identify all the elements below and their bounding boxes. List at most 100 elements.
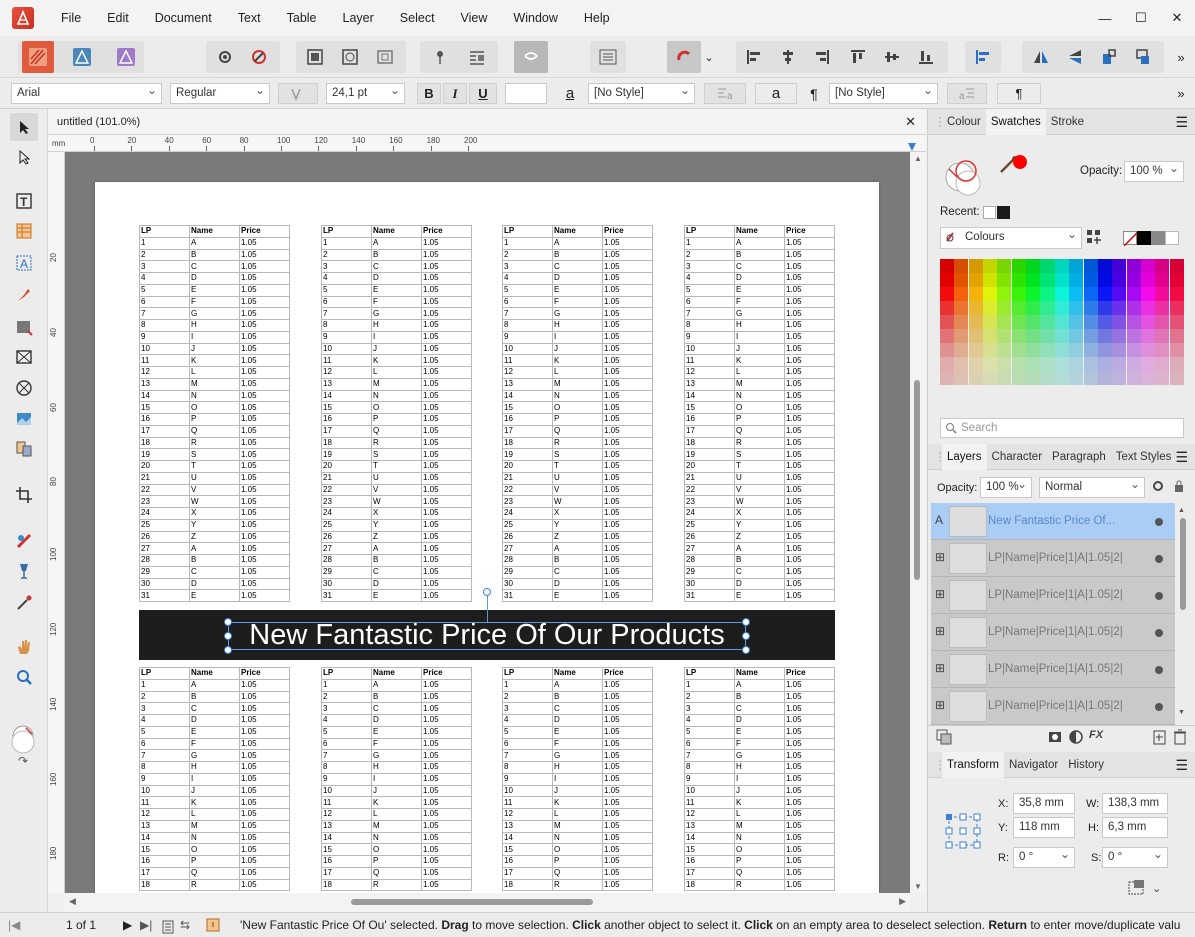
layer-opacity-field[interactable]: 100 % [980, 477, 1032, 498]
crop-tool-icon[interactable] [10, 481, 38, 509]
tab-layers[interactable]: Layers [942, 443, 987, 470]
colour-picker-tool-icon[interactable] [10, 589, 38, 617]
colour-swatch[interactable] [968, 371, 983, 385]
table-tool-icon[interactable] [10, 217, 38, 245]
document-tab[interactable]: untitled (101.0%) ✕ [48, 109, 926, 135]
colour-swatch[interactable] [1083, 357, 1098, 371]
menu-item-text[interactable]: Text [225, 0, 274, 36]
current-fill-swatch[interactable] [1013, 155, 1027, 169]
menu-item-file[interactable]: File [48, 0, 94, 36]
menu-item-view[interactable]: View [448, 0, 501, 36]
horizontal-scroll-thumb[interactable] [351, 899, 593, 905]
first-page-icon[interactable]: |◀ [8, 913, 20, 937]
pages-panel-icon[interactable] [162, 918, 174, 934]
paragraph-style-select[interactable]: [No Style] [829, 83, 938, 104]
colour-swatch[interactable] [1112, 315, 1127, 329]
selection-handle-tr[interactable] [742, 618, 750, 626]
colour-swatch[interactable] [997, 371, 1012, 385]
colour-swatch[interactable] [1112, 287, 1127, 301]
visibility-dot-icon[interactable] [1155, 555, 1163, 563]
colour-swatch[interactable] [1140, 343, 1155, 357]
font-family-select[interactable]: Arial [11, 83, 162, 104]
colour-swatch[interactable] [1140, 315, 1155, 329]
colour-swatch[interactable] [1140, 301, 1155, 315]
price-table[interactable]: LP Name Price 1 A 1.05 2 B 1.05 3 C 1.05 4 D 1.05 5 E 1.0… [502, 225, 653, 602]
colour-swatch[interactable] [940, 301, 955, 315]
colour-swatch[interactable] [954, 259, 969, 273]
colour-swatch[interactable] [1083, 371, 1098, 385]
layer-row[interactable]: A New Fantastic Price Of... [931, 503, 1175, 540]
italic-button[interactable]: I [443, 83, 467, 104]
visibility-dot-icon[interactable] [1155, 629, 1163, 637]
delete-layer-trash-icon[interactable] [1173, 729, 1187, 745]
colour-swatch[interactable] [1040, 371, 1055, 385]
transparency-tool-icon[interactable] [10, 557, 38, 585]
align-right-icon[interactable] [808, 41, 836, 73]
colour-swatch[interactable] [1040, 343, 1055, 357]
visibility-dot-icon[interactable] [1155, 666, 1163, 674]
colour-swatch[interactable] [968, 273, 983, 287]
preflight-icon[interactable] [514, 41, 548, 73]
colour-swatch[interactable] [1011, 301, 1026, 315]
colour-swatch[interactable] [1155, 259, 1170, 273]
x-position-field[interactable]: 35,8 mm [1013, 793, 1075, 814]
blend-mode-select[interactable]: Normal [1039, 477, 1145, 498]
lock-icon[interactable] [1173, 479, 1185, 493]
colour-swatch[interactable] [1112, 357, 1127, 371]
colour-swatch[interactable] [1083, 343, 1098, 357]
rotate-left-icon[interactable] [1094, 41, 1124, 73]
menu-item-select[interactable]: Select [387, 0, 448, 36]
colour-swatch[interactable] [1169, 273, 1184, 287]
colour-swatch[interactable] [1026, 287, 1041, 301]
colour-swatch[interactable] [1011, 287, 1026, 301]
colour-swatch[interactable] [1097, 371, 1112, 385]
photo-persona-icon[interactable] [110, 41, 142, 73]
colour-swatch[interactable] [1169, 301, 1184, 315]
layer-row[interactable]: ⊞ LP|Name|Price|1|A|1.05|2| [931, 540, 1175, 577]
selection-handle-mr[interactable] [742, 632, 750, 640]
menu-item-document[interactable]: Document [142, 0, 225, 36]
tab-history[interactable]: History [1063, 752, 1109, 778]
last-page-icon[interactable]: ▶| [140, 913, 152, 937]
fill-stroke-swatch-icon[interactable]: ↷ [10, 721, 40, 768]
toolbar-overflow-button[interactable]: » [1172, 41, 1190, 73]
flip-vertical-icon[interactable] [1060, 41, 1090, 73]
maximize-button[interactable]: ☐ [1123, 0, 1159, 36]
colour-swatch[interactable] [1011, 259, 1026, 273]
colour-swatch[interactable] [1026, 357, 1041, 371]
colour-swatch[interactable] [1155, 273, 1170, 287]
text-selection-box[interactable] [228, 622, 746, 650]
colour-swatch[interactable] [1011, 273, 1026, 287]
underline-button[interactable]: U [469, 83, 497, 104]
colour-swatch[interactable] [1069, 343, 1084, 357]
colour-swatch[interactable] [1054, 273, 1069, 287]
align-top-icon[interactable] [844, 41, 872, 73]
colour-swatch[interactable] [997, 357, 1012, 371]
recent-black-swatch[interactable] [997, 206, 1010, 219]
colour-swatch[interactable] [954, 287, 969, 301]
colour-swatch[interactable] [1126, 259, 1141, 273]
text-colour-field[interactable] [505, 83, 547, 104]
colour-swatch[interactable] [1126, 315, 1141, 329]
close-window-button[interactable]: ✕ [1159, 0, 1195, 36]
colour-swatch[interactable] [997, 329, 1012, 343]
pen-tool-icon[interactable] [10, 281, 38, 309]
colour-swatch[interactable] [997, 287, 1012, 301]
colour-swatch[interactable] [1169, 259, 1184, 273]
colour-swatch[interactable] [1054, 315, 1069, 329]
colour-swatch[interactable] [1140, 329, 1155, 343]
colour-swatch[interactable] [968, 343, 983, 357]
minimize-button[interactable]: — [1087, 0, 1123, 36]
colour-swatch[interactable] [1054, 371, 1069, 385]
snap-magnet-icon[interactable] [667, 41, 701, 73]
colour-swatch[interactable] [1140, 287, 1155, 301]
align-center-icon[interactable] [774, 41, 802, 73]
horizontal-ruler[interactable]: mm 0 20 40 60 80 100 120 140 160 180 200 [48, 135, 926, 152]
colour-swatch[interactable] [1054, 287, 1069, 301]
layer-row[interactable]: ⊞ LP|Name|Price|1|A|1.05|2| [931, 577, 1175, 614]
small-a-button[interactable]: a [755, 83, 797, 104]
font-size-field[interactable]: 24,1 pt [326, 83, 405, 104]
swatch-search-input[interactable]: Search [940, 418, 1184, 438]
pilcrow-button[interactable]: ¶ [997, 83, 1041, 104]
menu-item-table[interactable]: Table [274, 0, 330, 36]
